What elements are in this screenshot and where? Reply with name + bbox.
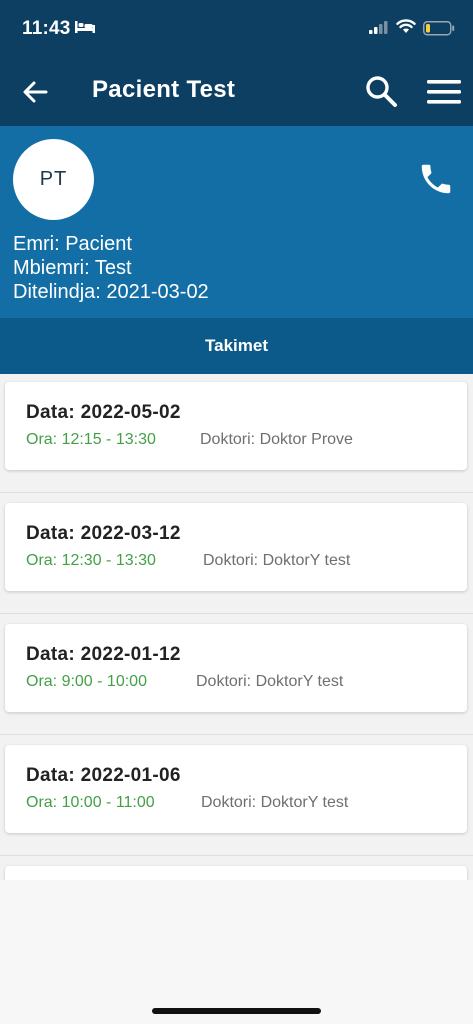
appointment-date: Data: 2022-03-12: [26, 523, 181, 544]
bed-icon: [74, 20, 96, 39]
patient-info: Emri: Pacient Mbiemri: Test Ditelindja: …: [13, 232, 209, 304]
appointments-list[interactable]: Data: 2022-05-02 Ora: 12:15 - 13:30 Dokt…: [0, 374, 473, 880]
status-time: 11:43: [22, 18, 71, 39]
appointment-date: Data: 2022-01-12: [26, 644, 181, 665]
empty-area: [0, 880, 473, 1024]
search-icon[interactable]: [364, 74, 398, 108]
page-title: Pacient Test: [92, 76, 236, 103]
signal-icon: [369, 21, 389, 39]
appointment-card[interactable]: Data: 2022-01-06 Ora: 10:00 - 11:00 Dokt…: [5, 745, 467, 833]
phone-icon[interactable]: [417, 160, 455, 198]
appointment-card[interactable]: Data: 2022-05-02 Ora: 12:15 - 13:30 Dokt…: [5, 382, 467, 470]
patient-profile-panel: PT Emri: Pacient Mbiemri: Test Ditelindj…: [0, 126, 473, 318]
appointment-doctor: Doktori: DoktorY test: [196, 673, 344, 690]
appointment-card-partial[interactable]: [5, 866, 467, 880]
status-bar: 11:43: [0, 0, 473, 56]
avatar: PT: [13, 139, 94, 220]
appointment-time: Ora: 10:00 - 11:00: [26, 794, 155, 811]
list-item[interactable]: [0, 856, 473, 880]
battery-icon: [423, 21, 455, 41]
home-indicator[interactable]: [152, 1008, 321, 1014]
tab-takimet[interactable]: Takimet: [0, 318, 473, 374]
appointment-card[interactable]: Data: 2022-01-12 Ora: 9:00 - 10:00 Dokto…: [5, 624, 467, 712]
appointment-date: Data: 2022-01-06: [26, 765, 181, 786]
appointment-time: Ora: 12:15 - 13:30: [26, 431, 156, 448]
back-arrow-icon[interactable]: [20, 77, 50, 107]
patient-birthdate: Ditelindja: 2021-03-02: [13, 281, 209, 303]
appointment-card[interactable]: Data: 2022-03-12 Ora: 12:30 - 13:30 Dokt…: [5, 503, 467, 591]
app-bar: Pacient Test: [0, 56, 473, 126]
appointment-doctor: Doktori: DoktorY test: [201, 794, 349, 811]
list-item[interactable]: Data: 2022-05-02 Ora: 12:15 - 13:30 Dokt…: [0, 374, 473, 493]
appointment-doctor: Doktori: DoktorY test: [203, 552, 351, 569]
wifi-icon: [396, 19, 416, 39]
list-item[interactable]: Data: 2022-03-12 Ora: 12:30 - 13:30 Dokt…: [0, 493, 473, 614]
hamburger-menu-icon[interactable]: [426, 78, 462, 106]
appointment-date: Data: 2022-05-02: [26, 402, 181, 423]
list-item[interactable]: Data: 2022-01-12 Ora: 9:00 - 10:00 Dokto…: [0, 614, 473, 735]
tab-bar: Takimet: [0, 318, 473, 374]
appointment-time: Ora: 9:00 - 10:00: [26, 673, 147, 690]
patient-last-name: Mbiemri: Test: [13, 257, 132, 279]
list-item[interactable]: Data: 2022-01-06 Ora: 10:00 - 11:00 Dokt…: [0, 735, 473, 856]
patient-first-name: Emri: Pacient: [13, 233, 132, 255]
appointment-time: Ora: 12:30 - 13:30: [26, 552, 156, 569]
appointment-doctor: Doktori: Doktor Prove: [200, 431, 353, 448]
